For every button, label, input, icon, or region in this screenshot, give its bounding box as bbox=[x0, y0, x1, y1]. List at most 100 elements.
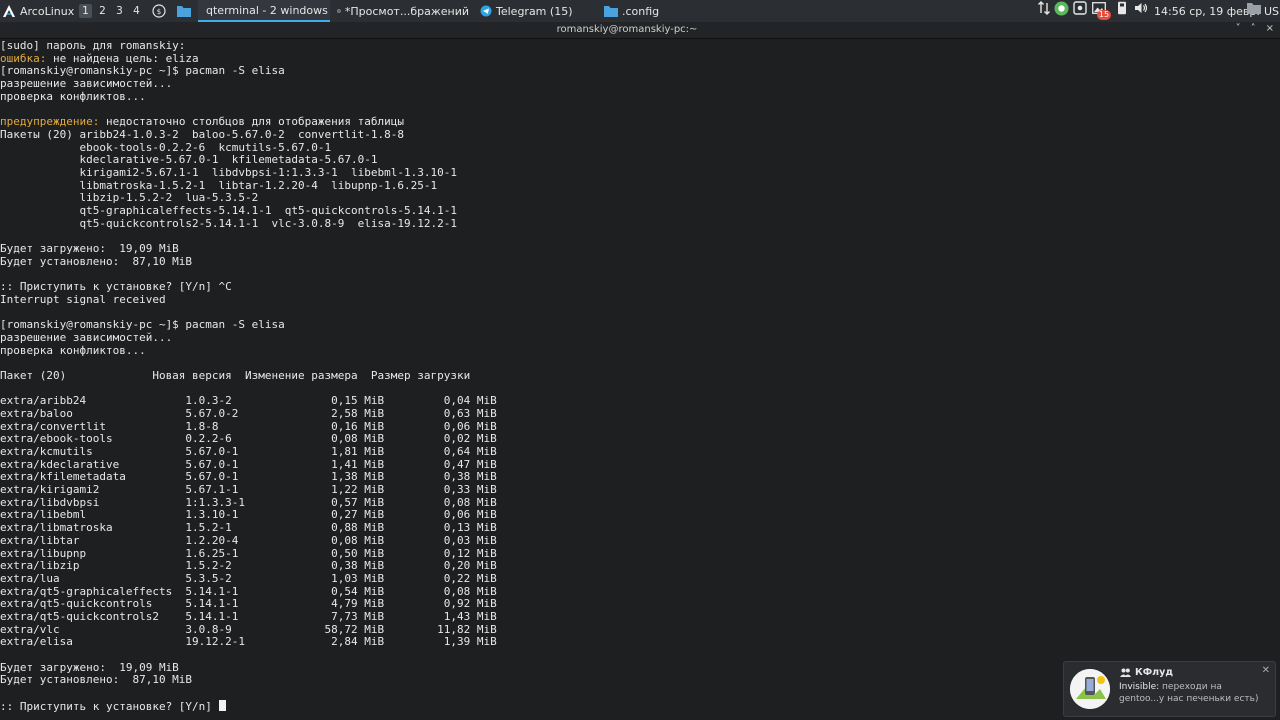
terminal-line-text: :: Приступить к установке? [Y/n] ^C bbox=[0, 280, 232, 294]
terminal-line-text: kdeclarative-5.67.0-1 kfilemetadata-5.67… bbox=[0, 153, 378, 167]
terminal-line: extra/elisa 19.12.2-1 2,84 MiB 1,39 MiB bbox=[0, 635, 1280, 649]
terminal-line-text: разрешение зависимостей... bbox=[0, 77, 173, 91]
notification-title: КФлуд bbox=[1120, 667, 1173, 678]
terminal-line: разрешение зависимостей... bbox=[0, 77, 1280, 91]
terminal-line: проверка конфликтов... bbox=[0, 89, 1280, 104]
telegram-icon bbox=[480, 5, 492, 17]
terminal-line-text: extra/libdvbpsi 1:1.3.3-1 0,57 MiB 0,08 … bbox=[0, 495, 497, 509]
notification-chat-name: КФлуд bbox=[1135, 667, 1174, 678]
terminal-line-text: libzip-1.5.2-2 lua-5.3.5-2 bbox=[0, 191, 259, 205]
volume-icon[interactable] bbox=[1133, 0, 1149, 16]
terminal-line-text: Будет установлено: 87,10 MiB bbox=[0, 254, 193, 268]
workspace-3[interactable]: 3 bbox=[113, 4, 126, 18]
terminal-line: qt5-quickcontrols2-5.14.1-1 vlc-3.0.8-9 … bbox=[0, 216, 1280, 231]
terminal-line-text: :: Приступить к установке? [Y/n] bbox=[0, 699, 219, 713]
terminal-line-text: extra/qt5-quickcontrols 5.14.1-1 4,79 Mi… bbox=[0, 597, 497, 611]
terminal-line-prefix: ошибка: bbox=[0, 51, 47, 65]
taskbar-item-config-folder[interactable]: .config bbox=[600, 0, 720, 22]
terminal-output[interactable]: [sudo] пароль для romanskiy: ошибка: не н… bbox=[0, 39, 1280, 720]
app-menu-button[interactable]: ArcoLinux bbox=[2, 0, 74, 22]
taskbar-item-telegram[interactable]: Telegram (15) bbox=[476, 0, 596, 22]
screenshot-icon[interactable] bbox=[1072, 0, 1088, 16]
network-transfer-icon[interactable] bbox=[1036, 0, 1052, 16]
window-titlebar[interactable]: romanskiy@romanskiy-pc:~ ˅ ˄ × bbox=[0, 22, 1280, 39]
app-menu-label: ArcoLinux bbox=[20, 4, 75, 18]
terminal-line: Пакет (20) Новая версия Изменение размер… bbox=[0, 368, 1280, 383]
image-viewer-icon bbox=[337, 9, 341, 13]
terminal-line-text: extra/libebml 1.3.10-1 0,27 MiB 0,06 MiB bbox=[0, 508, 497, 522]
terminal-line-text: extra/qt5-graphicaleffects 5.14.1-1 0,54… bbox=[0, 584, 497, 598]
storage-device-icon[interactable] bbox=[1114, 0, 1130, 16]
clock[interactable]: 14:56 ср, 19 февр. bbox=[1154, 0, 1260, 22]
workspace-4[interactable]: 4 bbox=[130, 4, 143, 18]
terminal-line-text: не найдена цель: eliza bbox=[46, 51, 199, 65]
file-manager-launcher[interactable] bbox=[177, 0, 191, 22]
maximize-button[interactable]: ˄ bbox=[1251, 23, 1256, 34]
terminal-line-text: extra/vlc 3.0.8-9 58,72 MiB 11,82 MiB bbox=[0, 622, 497, 636]
terminal-line-text: проверка конфликтов... bbox=[0, 89, 146, 103]
terminal-line-text: [sudo] пароль для romanskiy: bbox=[0, 39, 186, 52]
folder-icon bbox=[604, 6, 618, 17]
arcolinux-logo-icon bbox=[3, 5, 15, 17]
terminal-line-text: extra/convertlit 1.8-8 0,16 MiB 0,06 MiB bbox=[0, 419, 497, 433]
terminal-line: разрешение зависимостей... bbox=[0, 330, 1280, 345]
terminal-line-text: extra/qt5-quickcontrols2 5.14.1-1 7,73 M… bbox=[0, 609, 497, 623]
terminal-line-text: [romanskiy@romanskiy-pc ~]$ pacman -S el… bbox=[0, 64, 285, 78]
terminal-line-text: extra/libtar 1.2.20-4 0,08 MiB 0,03 MiB bbox=[0, 533, 497, 547]
terminal-line: Interrupt signal received bbox=[0, 292, 1280, 307]
terminal-line-text: extra/lua 5.3.5-2 1,03 MiB 0,22 MiB bbox=[0, 571, 497, 585]
taskbar-item-image-viewer[interactable]: *Просмот...бражений bbox=[333, 0, 473, 22]
terminal-line-text: extra/ebook-tools 0.2.2-6 0,08 MiB 0,02 … bbox=[0, 432, 497, 446]
terminal-line-prefix: предупреждение: bbox=[0, 115, 100, 129]
terminal-line-text: extra/libzip 1.5.2-2 0,38 MiB 0,20 MiB bbox=[0, 559, 497, 573]
notification-popup[interactable]: КФлуд Invisible: переходи на gentoo...у … bbox=[1063, 661, 1276, 717]
terminal-line: [romanskiy@romanskiy-pc ~]$ pacman -S el… bbox=[0, 318, 1280, 332]
terminal-line-text: libmatroska-1.5.2-1 libtar-1.2.20-4 libu… bbox=[0, 178, 438, 192]
window-title: romanskiy@romanskiy-pc:~ bbox=[556, 24, 698, 35]
terminal-line-text: [romanskiy@romanskiy-pc ~]$ pacman -S el… bbox=[0, 318, 285, 332]
workspace-switcher: 1 2 3 4 bbox=[79, 0, 143, 22]
terminal-line-text: extra/libupnp 1.6.25-1 0,50 MiB 0,12 MiB bbox=[0, 546, 497, 560]
terminal-line-text: разрешение зависимостей... bbox=[0, 330, 173, 344]
terminal-line-text: недостаточно столбцов для отображения та… bbox=[99, 115, 404, 129]
update-manager-icon[interactable] bbox=[1053, 0, 1069, 16]
taskbar-item-label: Telegram (15) bbox=[496, 4, 573, 18]
terminal-line-text: extra/aribb24 1.0.3-2 0,15 MiB 0,04 MiB bbox=[0, 394, 497, 408]
taskbar-item-qterminal[interactable]: qterminal - 2 windows bbox=[198, 0, 330, 22]
terminal-line-text: extra/baloo 5.67.0-2 2,58 MiB 0,63 MiB bbox=[0, 406, 497, 420]
terminal-line-text: Пакет (20) Новая версия Изменение размер… bbox=[0, 368, 471, 382]
terminal-line: проверка конфликтов... bbox=[0, 344, 1280, 358]
notification-close-icon[interactable]: ✕ bbox=[1262, 665, 1270, 676]
keyboard-layout-indicator[interactable]: US bbox=[1264, 0, 1279, 22]
workspace-2[interactable]: 2 bbox=[96, 4, 109, 18]
terminal-line-text: extra/kirigami2 5.67.1-1 1,22 MiB 0,33 M… bbox=[0, 483, 497, 497]
group-chat-icon bbox=[1120, 668, 1131, 677]
terminal-line-text: extra/libmatroska 1.5.2-1 0,88 MiB 0,13 … bbox=[0, 521, 497, 535]
terminal-line-text: extra/kcmutils 5.67.0-1 1,81 MiB 0,64 Mi… bbox=[0, 445, 497, 458]
terminal-line: Будет установлено: 87,10 MiB bbox=[0, 254, 1280, 269]
folder-icon bbox=[177, 6, 191, 17]
taskbar-item-label: qterminal - 2 windows bbox=[206, 3, 328, 17]
terminal-line-text: qt5-graphicaleffects-5.14.1-1 qt5-quickc… bbox=[0, 203, 457, 217]
show-desktop-button[interactable]: $ bbox=[152, 0, 166, 22]
terminal-line: :: Приступить к установке? [Y/n] ^C bbox=[0, 280, 1280, 294]
taskbar-item-label: *Просмот...бражений bbox=[344, 4, 469, 18]
folder-tray-icon[interactable] bbox=[1246, 0, 1262, 16]
close-button[interactable]: × bbox=[1266, 23, 1274, 34]
unread-count: 15 bbox=[1096, 9, 1112, 20]
chat-avatar bbox=[1070, 669, 1110, 709]
workspace-1[interactable]: 1 bbox=[79, 4, 92, 18]
window-controls: ˅ ˄ × bbox=[1236, 23, 1274, 34]
terminal-line-text: Пакеты (20) aribb24-1.0.3-2 baloo-5.67.0… bbox=[0, 127, 404, 141]
terminal-cursor bbox=[218, 699, 226, 711]
top-panel: ArcoLinux 1 2 3 4 $ qterminal - 2 window… bbox=[0, 0, 1280, 22]
terminal-line: [romanskiy@romanskiy-pc ~]$ pacman -S el… bbox=[0, 65, 1280, 78]
terminal-line-text: extra/kdeclarative 5.67.0-1 1,41 MiB 0,4… bbox=[0, 457, 497, 471]
terminal-line-text: Будет установлено: 87,10 MiB bbox=[0, 673, 193, 687]
terminal-line-text: Interrupt signal received bbox=[0, 292, 166, 306]
telegram-unread-badge[interactable]: 15 bbox=[1092, 4, 1112, 20]
minimize-button[interactable]: ˅ bbox=[1236, 23, 1241, 34]
terminal-line-text: qt5-quickcontrols2-5.14.1-1 vlc-3.0.8-9 … bbox=[0, 216, 457, 230]
